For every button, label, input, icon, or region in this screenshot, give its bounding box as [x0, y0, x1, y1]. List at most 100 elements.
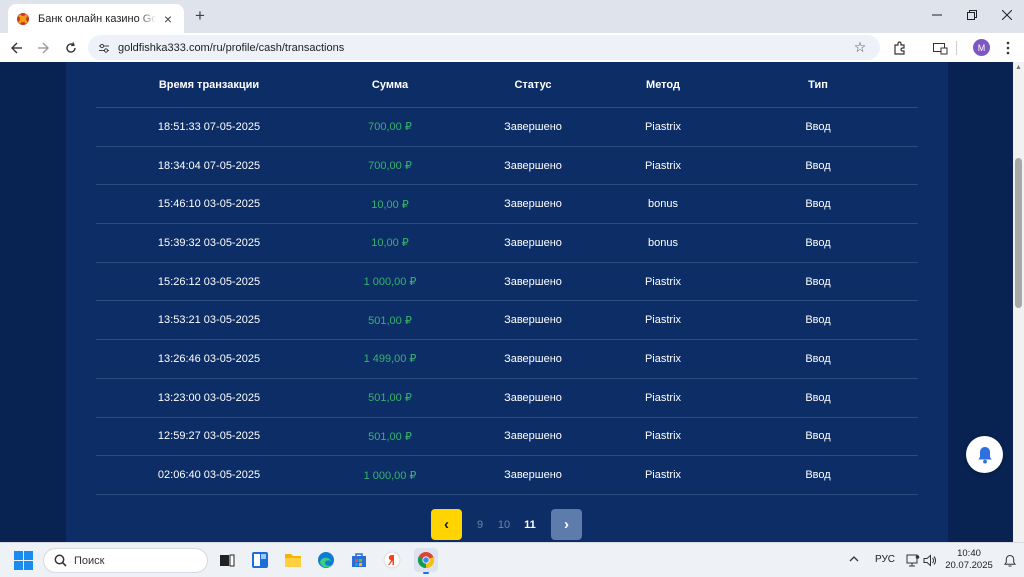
cell-time: 18:51:33 07-05-2025	[157, 120, 261, 133]
cell-type: Ввод	[805, 314, 831, 327]
cell-method: Piastrix	[644, 469, 682, 482]
network-icon[interactable]	[905, 552, 921, 568]
cell-status: Завершено	[504, 120, 562, 133]
bookmark-star-icon[interactable]: ☆	[852, 39, 868, 55]
input-language-indicator[interactable]: РУС	[875, 554, 895, 565]
browser-menu-icon[interactable]	[998, 38, 1018, 58]
toolbar-divider	[956, 41, 957, 55]
cell-time: 02:06:40 03-05-2025	[157, 469, 261, 482]
url-text[interactable]: goldfishka333.com/ru/profile/cash/transa…	[118, 42, 344, 54]
page-scrollbar[interactable]: ▲	[1013, 62, 1024, 542]
cell-time: 13:26:46 03-05-2025	[157, 352, 261, 365]
cell-time: 15:46:10 03-05-2025	[157, 198, 261, 211]
cell-method: Piastrix	[644, 391, 682, 404]
clock-time: 10:40	[957, 548, 981, 559]
prev-page-button[interactable]: ‹	[431, 509, 462, 540]
table-row: 02:06:40 03-05-2025 1 000,00 ₽ Завершено Pi…	[96, 456, 918, 495]
page-11-current[interactable]: 11	[519, 509, 541, 540]
table-row: 18:51:33 07-05-2025 700,00 ₽ Завершено Pias…	[96, 108, 918, 147]
forward-button[interactable]	[32, 37, 54, 59]
volume-icon[interactable]	[922, 552, 938, 568]
minimize-icon	[932, 14, 942, 16]
cell-time: 15:26:12 03-05-2025	[157, 275, 261, 288]
cell-method: Piastrix	[644, 120, 682, 133]
table-header: Время транзакции Сумма Статус Метод Тип	[96, 62, 918, 108]
scrollbar-thumb[interactable]	[1015, 158, 1022, 308]
header-type: Тип	[808, 78, 828, 91]
header-amount: Сумма	[371, 78, 409, 91]
cell-type: Ввод	[805, 391, 831, 404]
header-time: Время транзакции	[158, 78, 260, 91]
next-page-button[interactable]: ›	[551, 509, 582, 540]
cell-method: bonus	[648, 236, 678, 249]
windows-start-icon[interactable]	[14, 551, 33, 570]
notifications-bell-button[interactable]	[966, 436, 1003, 473]
table-row: 13:26:46 03-05-2025 1 499,00 ₽ Завершено Pi…	[96, 340, 918, 379]
taskbar-search-box[interactable]: Поиск	[43, 548, 208, 573]
cell-status: Завершено	[504, 236, 562, 249]
minimize-window-button[interactable]	[920, 4, 954, 26]
cell-amount: 501,00 ₽	[368, 314, 412, 327]
widgets-icon[interactable]	[249, 549, 271, 571]
cell-status: Завершено	[504, 391, 562, 404]
edge-browser-icon[interactable]	[315, 549, 337, 571]
header-method: Метод	[646, 78, 680, 91]
taskbar-clock[interactable]: 10:40 20.07.2025	[944, 548, 994, 572]
cell-amount: 10,00 ₽	[371, 198, 409, 211]
site-info-icon[interactable]	[96, 40, 112, 56]
file-explorer-icon[interactable]	[282, 549, 304, 571]
transactions-panel: Время транзакции Сумма Статус Метод Тип …	[66, 62, 948, 542]
task-view-icon[interactable]	[216, 549, 238, 571]
cell-amount: 501,00 ₽	[368, 392, 412, 405]
cell-status: Завершено	[504, 198, 562, 211]
page-9-link[interactable]: 9	[469, 509, 491, 540]
extensions-icon[interactable]	[890, 38, 910, 58]
search-icon	[54, 554, 67, 567]
cell-time: 15:39:32 03-05-2025	[157, 236, 261, 249]
notification-center-icon[interactable]	[1003, 554, 1017, 568]
cell-amount: 10,00 ₽	[371, 237, 409, 250]
table-row: 13:53:21 03-05-2025 501,00 ₽ Завершено Pias…	[96, 301, 918, 341]
cell-method: Piastrix	[644, 314, 682, 327]
profile-avatar[interactable]: M	[973, 39, 990, 56]
windows-taskbar: Поиск РУС 10:40 20.07.2025	[0, 542, 1024, 577]
table-row: 12:59:27 03-05-2025 501,00 ₽ Завершено Pias…	[96, 418, 918, 457]
table-row: 15:26:12 03-05-2025 1 000,00 ₽ Завершено Pi…	[96, 263, 918, 302]
back-button[interactable]	[6, 37, 28, 59]
cell-type: Ввод	[805, 198, 831, 211]
clock-date: 20.07.2025	[945, 560, 993, 571]
cell-type: Ввод	[805, 159, 831, 172]
transactions-table-body: 18:51:33 07-05-2025 700,00 ₽ Завершено Pias…	[96, 108, 918, 495]
cell-time: 12:59:27 03-05-2025	[157, 430, 261, 443]
cell-status: Завершено	[504, 314, 562, 327]
restore-window-button[interactable]	[955, 4, 989, 26]
browser-tab-strip: Банк онлайн казино GoldFishka × +	[0, 0, 1024, 33]
address-bar[interactable]: goldfishka333.com/ru/profile/cash/transa…	[88, 35, 880, 60]
close-window-button[interactable]	[990, 4, 1024, 26]
cell-time: 13:23:00 03-05-2025	[157, 391, 261, 404]
restore-icon	[967, 10, 977, 20]
cell-method: Piastrix	[644, 275, 682, 288]
microsoft-store-icon[interactable]	[348, 549, 370, 571]
new-tab-button[interactable]: +	[190, 6, 210, 26]
media-controls-icon[interactable]	[930, 38, 950, 58]
cell-time: 18:34:04 07-05-2025	[157, 159, 261, 172]
yandex-browser-icon[interactable]	[381, 549, 403, 571]
browser-tab[interactable]: Банк онлайн казино GoldFishka ×	[8, 4, 184, 33]
scroll-up-arrow-icon[interactable]: ▲	[1015, 64, 1022, 72]
cell-status: Завершено	[504, 352, 562, 365]
table-row: 15:39:32 03-05-2025 10,00 ₽ Завершено bonus…	[96, 224, 918, 263]
cell-type: Ввод	[805, 352, 831, 365]
chrome-browser-icon[interactable]	[414, 548, 438, 574]
reload-button[interactable]	[60, 37, 82, 59]
cell-status: Завершено	[504, 430, 562, 443]
page-10-link[interactable]: 10	[493, 509, 515, 540]
cell-time: 13:53:21 03-05-2025	[157, 314, 261, 327]
tab-close-icon[interactable]: ×	[160, 11, 176, 27]
cell-amount: 1 499,00 ₽	[363, 353, 417, 366]
cell-type: Ввод	[805, 275, 831, 288]
show-hidden-icons-chevron-icon[interactable]	[849, 553, 859, 565]
cell-amount: 501,00 ₽	[368, 430, 412, 443]
tab-title: Банк онлайн казино GoldFishka	[38, 12, 156, 25]
close-icon	[1002, 10, 1012, 20]
